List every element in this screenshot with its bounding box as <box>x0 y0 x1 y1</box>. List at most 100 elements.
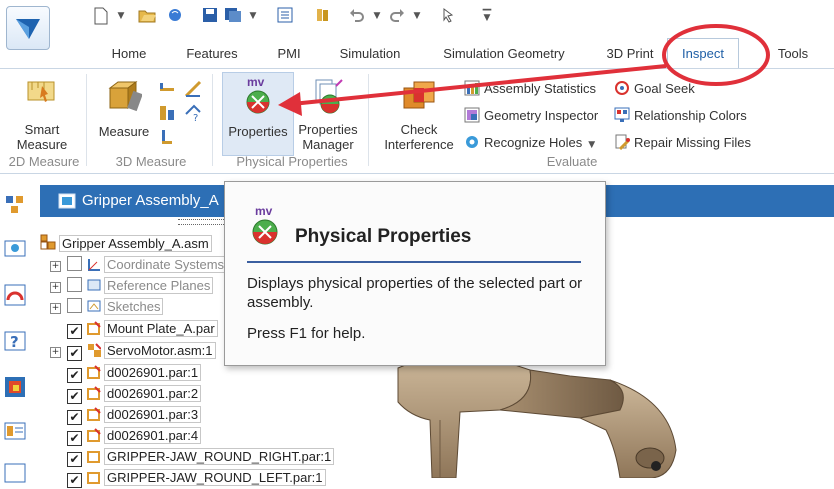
measure-angle-icon[interactable] <box>184 80 202 98</box>
visibility-checkbox[interactable]: ✔ <box>67 473 82 488</box>
expand-icon[interactable]: + <box>50 261 61 272</box>
tab-simulation[interactable]: Simulation <box>332 44 408 66</box>
goal-seek-button[interactable]: Goal Seek <box>614 80 695 97</box>
smart-measure-label-2: Measure <box>16 137 68 152</box>
visibility-checkbox[interactable] <box>67 298 82 313</box>
subassembly-icon <box>88 343 101 357</box>
redo-icon[interactable] <box>388 7 406 25</box>
geometry-inspector-label: Geometry Inspector <box>484 108 599 123</box>
tree-item-sketches[interactable]: + Sketches <box>50 297 164 317</box>
pathfinder-splitter[interactable] <box>178 219 224 225</box>
pathfinder-icon[interactable] <box>4 194 26 216</box>
new-file-icon[interactable] <box>92 7 110 25</box>
part-icon <box>87 428 101 442</box>
part-icon <box>87 407 101 421</box>
recognize-holes-button[interactable]: Recognize Holes ▼ <box>464 134 595 153</box>
group-label-physical-properties: Physical Properties <box>236 154 348 169</box>
tree-item-part[interactable]: ✔ d0026901.par:2 <box>67 384 202 404</box>
save-all-icon[interactable] <box>224 7 242 25</box>
tree-root[interactable]: Gripper Assembly_A.asm <box>40 234 212 254</box>
assembly-icon <box>40 234 56 250</box>
visibility-checkbox[interactable] <box>67 277 82 292</box>
application-button[interactable] <box>6 6 50 50</box>
visibility-checkbox[interactable] <box>67 256 82 271</box>
properties-sheet-icon[interactable] <box>276 7 294 25</box>
visibility-checkbox[interactable]: ✔ <box>67 410 82 425</box>
new-dropdown-icon[interactable]: ▼ <box>112 7 130 25</box>
layers-icon[interactable] <box>4 420 26 442</box>
smart-measure-button[interactable]: Smart Measure <box>14 76 70 156</box>
part-icon <box>87 386 101 400</box>
expand-icon[interactable]: + <box>50 282 61 293</box>
visibility-checkbox[interactable]: ✔ <box>67 324 82 339</box>
tree-item-servomotor[interactable]: + ✔ ServoMotor.asm:1 <box>50 341 216 361</box>
redo-dropdown-icon[interactable]: ▼ <box>408 7 426 25</box>
undo-icon[interactable] <box>348 7 366 25</box>
tab-tools[interactable]: Tools <box>772 44 814 66</box>
customize-dropdown-icon[interactable]: ▼ <box>478 9 496 27</box>
tooltip-help-text: Press F1 for help. <box>247 325 366 342</box>
color-map-icon[interactable] <box>4 376 26 398</box>
tab-features[interactable]: Features <box>180 44 244 66</box>
undo-dropdown-icon[interactable]: ▼ <box>368 7 386 25</box>
save-dropdown-icon[interactable]: ▼ <box>244 7 262 25</box>
measure-distance-icon[interactable] <box>158 80 176 98</box>
properties-manager-button[interactable]: Properties Manager <box>296 76 360 156</box>
tree-item-gripper-jaw-left[interactable]: ✔ GRIPPER-JAW_ROUND_LEFT.par:1 <box>67 468 326 488</box>
select-tool-icon[interactable] <box>440 7 458 25</box>
goal-seek-icon <box>615 81 629 95</box>
part-icon <box>87 365 101 379</box>
tree-item-mount-plate[interactable]: ✔ Mount Plate_A.par <box>67 319 218 339</box>
properties-mv-badge: mv <box>247 75 265 89</box>
visibility-checkbox[interactable]: ✔ <box>67 452 82 467</box>
pathfinder-title: Gripper Assembly_A <box>82 192 219 209</box>
assembly-window-icon <box>58 193 76 209</box>
more-tools-icon[interactable] <box>4 462 26 484</box>
tree-item-label: Mount Plate_A.par <box>104 320 218 337</box>
expand-icon[interactable]: + <box>50 347 61 358</box>
gauge-icon[interactable] <box>4 284 26 306</box>
visibility-checkbox[interactable]: ✔ <box>67 346 82 361</box>
open-file-icon[interactable] <box>138 7 156 25</box>
tab-3d-print[interactable]: 3D Print <box>600 44 660 66</box>
tab-inspect[interactable]: Inspect <box>667 38 739 69</box>
recognize-holes-icon <box>466 136 478 148</box>
view-sensor-icon[interactable] <box>4 238 26 260</box>
check-interference-icon <box>403 81 435 109</box>
tab-pmi[interactable]: PMI <box>272 44 306 66</box>
tab-simulation-geometry[interactable]: Simulation Geometry <box>434 44 574 66</box>
recognize-holes-dropdown-icon[interactable]: ▼ <box>588 140 595 150</box>
tree-item-reference-planes[interactable]: + Reference Planes <box>50 276 214 296</box>
measure-button[interactable]: Measure <box>94 76 154 156</box>
relationship-colors-icon <box>614 107 630 122</box>
visibility-checkbox[interactable]: ✔ <box>67 431 82 446</box>
expand-icon[interactable]: + <box>50 303 61 314</box>
library-icon[interactable] <box>314 7 332 25</box>
check-interference-button[interactable]: Check Interference <box>378 76 460 156</box>
geometry-inspector-button[interactable]: Geometry Inspector <box>464 107 598 124</box>
visibility-checkbox[interactable]: ✔ <box>67 389 82 404</box>
recognize-holes-label: Recognize Holes <box>484 135 583 150</box>
help-globe-icon[interactable] <box>166 7 184 25</box>
tooltip-description: Displays physical properties of the sele… <box>247 275 583 311</box>
tree-item-part[interactable]: ✔ d0026901.par:3 <box>67 405 202 425</box>
help-topic-icon[interactable]: ? <box>4 330 26 352</box>
tab-home[interactable]: Home <box>104 44 154 66</box>
visibility-checkbox[interactable]: ✔ <box>67 368 82 383</box>
repair-missing-files-button[interactable]: Repair Missing Files <box>614 134 751 151</box>
group-label-3d-measure: 3D Measure <box>115 154 187 169</box>
measure-query-icon[interactable]: ? <box>184 104 202 124</box>
properties-button[interactable]: mv Properties <box>222 72 294 156</box>
measure-min-distance-icon[interactable] <box>158 104 176 122</box>
tree-item-coordinate-systems[interactable]: + Coordinate Systems <box>50 255 228 275</box>
tree-item-gripper-jaw-right[interactable]: ✔ GRIPPER-JAW_ROUND_RIGHT.par:1 <box>67 447 335 467</box>
tree-item-part[interactable]: ✔ d0026901.par:1 <box>67 363 202 383</box>
measure-normal-icon[interactable] <box>158 128 176 146</box>
tree-item-label: d0026901.par:2 <box>104 385 202 402</box>
relationship-colors-button[interactable]: Relationship Colors <box>614 107 747 124</box>
assembly-statistics-button[interactable]: Assembly Statistics <box>464 80 596 97</box>
save-icon[interactable] <box>201 7 219 25</box>
tree-item-label: Gripper Assembly_A.asm <box>59 235 212 252</box>
tree-item-part[interactable]: ✔ d0026901.par:4 <box>67 426 202 446</box>
properties-manager-icon <box>315 79 343 114</box>
